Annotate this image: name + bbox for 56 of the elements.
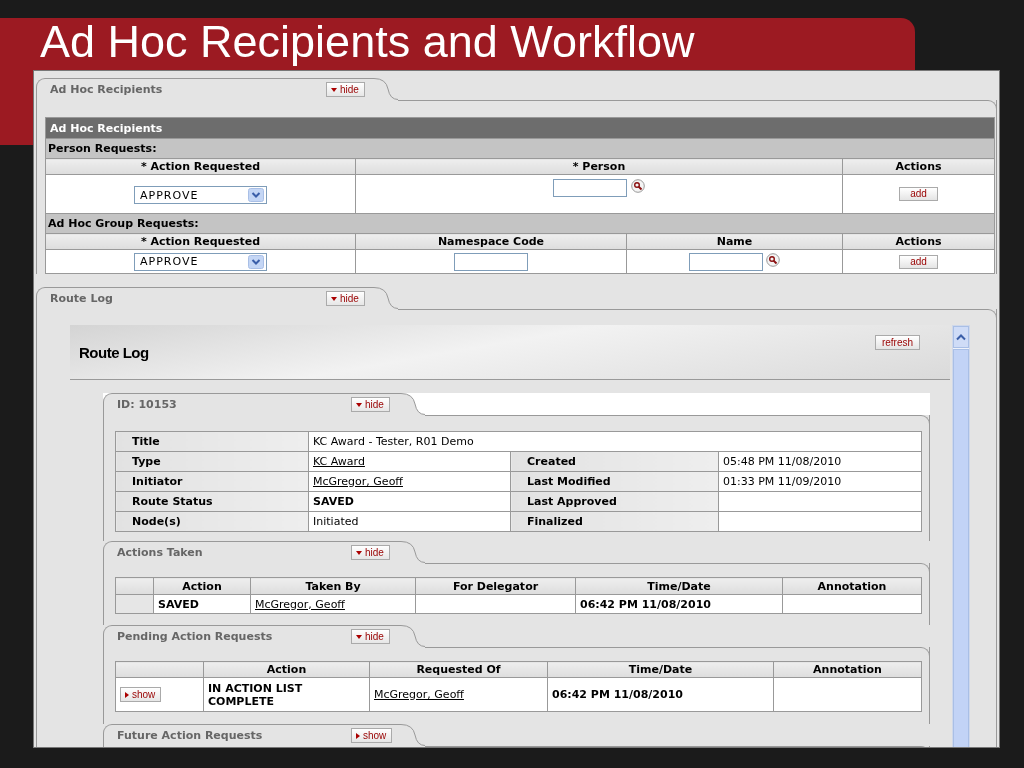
refresh-button[interactable]: refresh: [874, 335, 920, 350]
caret-icon: [125, 691, 129, 698]
hide-button[interactable]: hide: [351, 629, 390, 644]
text-field[interactable]: [688, 252, 763, 271]
chevron-up-icon: [956, 333, 966, 341]
column-header: Annotation: [773, 661, 922, 678]
show-button[interactable]: show: [351, 728, 393, 743]
section-title: Pending Action Requests: [117, 630, 274, 643]
section-label: Ad Hoc Group Requests:: [45, 213, 995, 234]
search-icon[interactable]: [766, 252, 781, 267]
table-cell: IN ACTION LIST COMPLETE: [203, 677, 370, 712]
section-title: ID: 10153: [117, 398, 178, 411]
caret-icon: [356, 732, 360, 739]
route-log-title: Route Log: [79, 343, 149, 361]
field-label: Route Status: [115, 491, 309, 512]
table-title: Ad Hoc Recipients: [45, 117, 995, 139]
show-button[interactable]: show: [120, 687, 162, 702]
column-header: Requested Of: [369, 661, 548, 678]
section-title: Ad Hoc Recipients: [50, 83, 164, 96]
hide-button[interactable]: hide: [351, 397, 390, 412]
hide-button[interactable]: hide: [326, 291, 365, 306]
scrollbar-thumb[interactable]: [953, 349, 969, 747]
table-cell: 06:42 PM 11/08/2010: [547, 677, 774, 712]
action-select[interactable]: APPROVE: [134, 186, 267, 204]
link[interactable]: McGregor, Geoff: [369, 677, 548, 712]
section-title: Route Log: [50, 292, 114, 305]
caret-icon: [356, 402, 362, 407]
section-title: Actions Taken: [117, 546, 204, 559]
field-label: Title: [115, 431, 309, 452]
column-header: Action: [153, 577, 251, 595]
column-header: Annotation: [782, 577, 922, 595]
column-header: Time/Date: [575, 577, 783, 595]
add-button[interactable]: add: [899, 187, 938, 201]
field-value: KC Award - Tester, R01 Demo: [308, 431, 922, 452]
column-header: For Delegator: [415, 577, 576, 595]
field-label: Node(s): [115, 511, 309, 532]
add-button[interactable]: add: [899, 254, 938, 269]
caret-icon: [356, 634, 362, 639]
section-label: Person Requests:: [45, 138, 995, 159]
action-select[interactable]: APPROVE: [134, 252, 267, 271]
text-field[interactable]: [553, 179, 628, 197]
scroll-up-button[interactable]: [953, 326, 969, 348]
caret-icon: [331, 87, 337, 92]
search-icon[interactable]: [630, 179, 645, 193]
slide-title: Ad Hoc Recipients and Workflow: [40, 16, 695, 68]
section-title: Future Action Requests: [117, 729, 264, 742]
hide-button[interactable]: hide: [326, 82, 365, 97]
field-label: Initiator: [115, 471, 309, 492]
caret-icon: [331, 296, 337, 301]
hide-button[interactable]: hide: [351, 545, 390, 560]
column-header: Taken By: [250, 577, 416, 595]
text-field[interactable]: [454, 252, 528, 271]
caret-icon: [356, 550, 362, 555]
column-header: Action: [203, 661, 370, 678]
field-label: Type: [115, 451, 309, 472]
column-header: Time/Date: [547, 661, 774, 678]
